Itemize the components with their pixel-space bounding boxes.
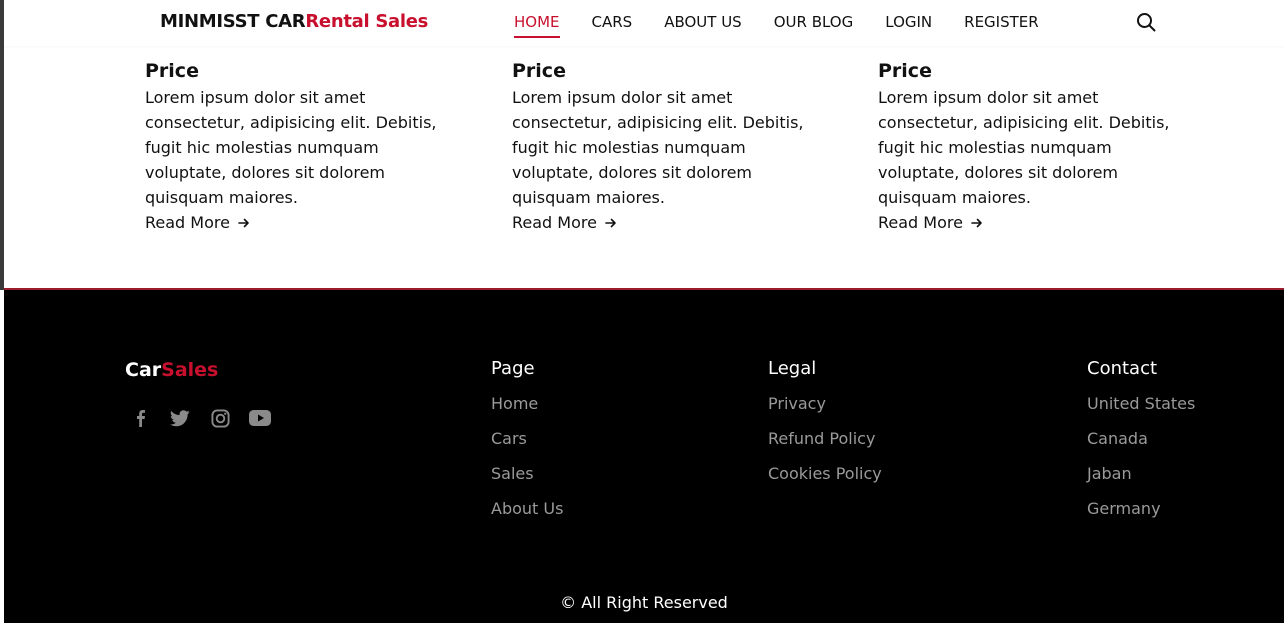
nav-home[interactable]: HOME (514, 13, 560, 38)
footer-logo-accent: Sales (161, 359, 219, 381)
footer-link-jaban[interactable]: Jaban (1087, 464, 1195, 484)
twitter-icon[interactable] (168, 406, 192, 430)
read-more-label: Read More (512, 213, 597, 232)
brand-name: MINMISST CAR (160, 11, 306, 32)
site-header: MINMISST CARRental Sales HOME CARS ABOUT… (4, 0, 1284, 46)
search-icon[interactable] (1136, 12, 1156, 32)
nav-our-blog[interactable]: OUR BLOG (774, 13, 854, 38)
main-nav: HOME CARS ABOUT US OUR BLOG LOGIN REGIST… (514, 13, 1071, 38)
nav-register[interactable]: REGISTER (964, 13, 1039, 38)
read-more-label: Read More (145, 213, 230, 232)
facebook-icon[interactable] (128, 406, 152, 430)
card-text: Lorem ipsum dolor sit amet consectetur, … (145, 88, 437, 207)
card-text: Lorem ipsum dolor sit amet consectetur, … (878, 88, 1170, 207)
brand-name-accent: Rental Sales (305, 11, 429, 32)
footer-column-title: Page (491, 358, 535, 379)
read-more-link[interactable]: Read More (512, 210, 812, 235)
read-more-label: Read More (878, 213, 963, 232)
footer-link-germany[interactable]: Germany (1087, 499, 1195, 519)
footer-column-contact: Contact United States Canada Jaban Germa… (1087, 358, 1195, 534)
youtube-icon[interactable] (248, 406, 272, 430)
footer-logo-text: Car (125, 359, 162, 381)
arrow-right-icon (238, 218, 249, 227)
footer-link-refund-policy[interactable]: Refund Policy (768, 429, 882, 449)
footer-column-legal: Legal Privacy Refund Policy Cookies Poli… (768, 358, 882, 499)
footer-link-sales[interactable]: Sales (491, 464, 563, 484)
card-title: Price (145, 60, 199, 82)
footer-logo[interactable]: CarSales (125, 359, 218, 381)
copyright-text: © All Right Reserved (560, 593, 728, 612)
brand-logo[interactable]: MINMISST CARRental Sales (160, 11, 428, 32)
arrow-right-icon (605, 218, 616, 227)
nav-login[interactable]: LOGIN (885, 13, 932, 38)
footer-link-cars[interactable]: Cars (491, 429, 563, 449)
footer-link-united-states[interactable]: United States (1087, 394, 1195, 414)
site-footer: CarSales Page Home Cars Sales About Us L… (4, 288, 1284, 623)
arrow-right-icon (971, 218, 982, 227)
card-text: Lorem ipsum dolor sit amet consectetur, … (512, 88, 804, 207)
price-card: Price Lorem ipsum dolor sit amet consect… (512, 60, 812, 235)
nav-about-us[interactable]: ABOUT US (664, 13, 742, 38)
price-card: Price Lorem ipsum dolor sit amet consect… (878, 60, 1178, 235)
footer-link-canada[interactable]: Canada (1087, 429, 1195, 449)
footer-column-page: Page Home Cars Sales About Us (491, 358, 563, 534)
card-title: Price (878, 60, 932, 82)
footer-link-cookies-policy[interactable]: Cookies Policy (768, 464, 882, 484)
footer-column-title: Legal (768, 358, 817, 379)
footer-link-home[interactable]: Home (491, 394, 563, 414)
nav-cars[interactable]: CARS (592, 13, 633, 38)
read-more-link[interactable]: Read More (145, 210, 445, 235)
read-more-link[interactable]: Read More (878, 210, 1178, 235)
card-title: Price (512, 60, 566, 82)
social-links (128, 406, 272, 430)
instagram-icon[interactable] (208, 406, 232, 430)
footer-column-title: Contact (1087, 358, 1158, 379)
price-card: Price Lorem ipsum dolor sit amet consect… (145, 60, 445, 235)
footer-link-about-us[interactable]: About Us (491, 499, 563, 519)
footer-link-privacy[interactable]: Privacy (768, 394, 882, 414)
